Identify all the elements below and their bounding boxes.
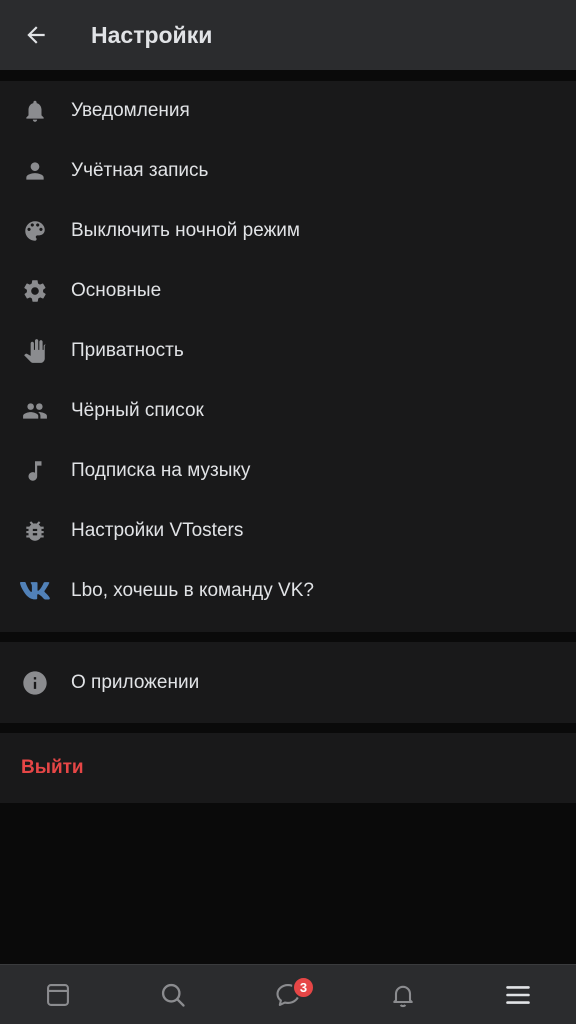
top-app-bar: Настройки bbox=[0, 0, 576, 70]
menu-item-label: Приватность bbox=[71, 340, 184, 361]
settings-screen: Настройки Уведомления Учётная запись Вык… bbox=[0, 0, 576, 1024]
people-icon bbox=[20, 397, 50, 425]
settings-list: Уведомления Учётная запись Выключить ноч… bbox=[0, 81, 576, 632]
menu-item-notifications[interactable]: Уведомления bbox=[0, 81, 576, 141]
tab-notifications[interactable] bbox=[383, 975, 423, 1015]
gear-icon bbox=[20, 277, 50, 305]
menu-item-about[interactable]: О приложении bbox=[0, 653, 576, 713]
menu-item-privacy[interactable]: Приватность bbox=[0, 321, 576, 381]
menu-item-label: Подписка на музыку bbox=[71, 460, 251, 481]
arrow-left-icon bbox=[27, 26, 45, 44]
vk-logo-icon bbox=[20, 577, 50, 605]
menu-item-label: Чёрный список bbox=[71, 400, 204, 421]
logout-section: Выйти bbox=[0, 733, 576, 803]
music-note-icon bbox=[20, 457, 50, 485]
bell-icon bbox=[20, 97, 50, 125]
bell-icon bbox=[393, 985, 413, 1008]
menu-item-vtosters-settings[interactable]: Настройки VTosters bbox=[0, 501, 576, 561]
menu-item-label: Настройки VTosters bbox=[71, 520, 244, 541]
hand-icon bbox=[20, 337, 50, 365]
menu-item-music-subscription[interactable]: Подписка на музыку bbox=[0, 441, 576, 501]
bottom-tab-bar bbox=[0, 964, 576, 1024]
menu-item-label: Учётная запись bbox=[71, 160, 209, 181]
info-icon bbox=[20, 669, 50, 697]
search-icon bbox=[161, 983, 185, 1007]
menu-item-account[interactable]: Учётная запись bbox=[0, 141, 576, 201]
menu-item-night-mode[interactable]: Выключить ночной режим bbox=[0, 201, 576, 261]
messages-badge: 3 bbox=[292, 976, 315, 999]
newsfeed-icon bbox=[47, 984, 69, 1006]
menu-item-join-vk-team[interactable]: Lbo, хочешь в команду VK? bbox=[0, 561, 576, 621]
menu-item-label: Уведомления bbox=[71, 100, 190, 121]
menu-item-blacklist[interactable]: Чёрный список bbox=[0, 381, 576, 441]
menu-item-label: Основные bbox=[71, 280, 162, 301]
about-section: О приложении bbox=[0, 642, 576, 723]
menu-item-general[interactable]: Основные bbox=[0, 261, 576, 321]
logout-button[interactable]: Выйти bbox=[21, 733, 84, 803]
tab-search[interactable] bbox=[153, 975, 193, 1015]
hamburger-menu-icon bbox=[506, 986, 530, 1004]
palette-icon bbox=[20, 217, 50, 245]
person-icon bbox=[20, 157, 50, 185]
back-button[interactable] bbox=[16, 15, 56, 55]
menu-item-label: Lbo, хочешь в команду VK? bbox=[71, 580, 314, 601]
tab-news[interactable] bbox=[38, 975, 78, 1015]
bug-icon bbox=[20, 517, 50, 545]
menu-item-label: Выключить ночной режим bbox=[71, 220, 300, 241]
tab-menu[interactable] bbox=[498, 975, 538, 1015]
menu-item-label: О приложении bbox=[71, 672, 200, 693]
page-title: Настройки bbox=[91, 22, 213, 48]
